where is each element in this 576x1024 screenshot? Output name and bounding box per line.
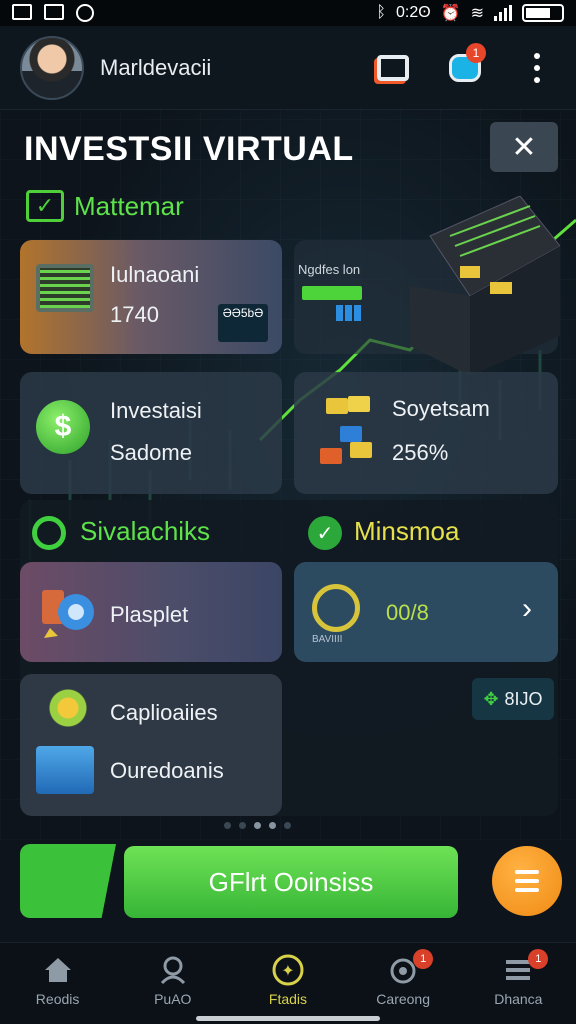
box-icon — [36, 746, 94, 794]
image-icon — [44, 4, 64, 20]
puzzle-icon: ✥ — [483, 688, 499, 709]
blocks-stack-icon — [320, 396, 376, 470]
signal-icon — [494, 5, 512, 21]
bottom-nav: Reodis PuAO ✦ Ftadis 1 Careong 1 Dhanca — [0, 942, 576, 1024]
card-gift-label: Plasplet — [110, 602, 189, 627]
list-icon — [515, 870, 539, 892]
cta-secondary-button[interactable] — [20, 844, 116, 918]
svg-text:✦: ✦ — [281, 961, 294, 980]
section-minsmoa-label: Minsmoa — [354, 516, 460, 546]
section-mattemar: ✓ Mattemar — [26, 190, 184, 222]
page-indicator — [224, 822, 291, 829]
ring-icon — [32, 516, 66, 551]
shield-icon — [76, 4, 94, 22]
card-stat-label: Ngdfes lon — [298, 262, 361, 277]
list-fab-button[interactable] — [492, 846, 562, 916]
dashboard-cube-icon — [410, 196, 560, 376]
card-target-value: 00/8 — [386, 600, 429, 625]
card-system-line1: Soyetsam — [392, 396, 490, 421]
nav-label: Dhanca — [494, 991, 543, 1007]
card-invest-line1: Investaisi — [110, 398, 202, 423]
nav-label: PuAO — [154, 991, 192, 1007]
check-icon: ✓ — [26, 190, 64, 222]
nav-item-ftadis[interactable]: ✦ Ftadis — [238, 954, 338, 1024]
battery-icon — [522, 4, 564, 22]
card-laptop-title: Iulnaoani — [110, 262, 200, 287]
progress-bar — [302, 286, 362, 300]
card-system-line2: 256% — [392, 440, 449, 465]
dollar-icon: $ — [36, 400, 90, 454]
reward-pill[interactable]: ✥ 8IJO — [472, 678, 554, 720]
support-button[interactable]: 1 — [446, 42, 486, 87]
gift-icon — [42, 590, 94, 638]
app-header: Marldevacii 1 — [0, 26, 576, 110]
nav-item-dhanca[interactable]: 1 Dhanca — [468, 949, 568, 1024]
card-settings-line1: Caplioaiies — [110, 700, 218, 725]
nav-item-puao[interactable]: PuAO — [123, 955, 223, 1024]
card-laptop-value: 1740 — [110, 302, 159, 327]
alarm-icon: ⏰ — [440, 5, 461, 22]
check-circle-icon: ✓ — [308, 516, 342, 551]
user-icon — [157, 955, 189, 985]
status-time: 0:2ʘ — [395, 4, 431, 21]
star-icon: ✦ — [272, 954, 304, 986]
blocks-icon — [336, 305, 362, 321]
nav-label: Reodis — [35, 991, 80, 1007]
username: Marldevacii — [100, 54, 212, 80]
section-sivalachiks-label: Sivalachiks — [80, 516, 211, 546]
nav-label: Careong — [376, 991, 430, 1007]
mini-badge: ƏƏ5bƏ — [218, 304, 268, 342]
nav-item-careong[interactable]: 1 Careong — [353, 949, 453, 1024]
gallery-icon — [12, 4, 32, 20]
monitor-icon — [377, 54, 409, 81]
home-icon — [42, 955, 74, 985]
nav-badge: 1 — [528, 949, 549, 969]
avatar[interactable] — [20, 35, 84, 100]
close-button[interactable]: ✕ — [490, 122, 558, 172]
section-sivalachiks: Sivalachiks — [32, 516, 211, 551]
bluetooth-icon: ᛒ — [376, 4, 386, 21]
nav-label: Ftadis — [268, 991, 308, 1007]
status-bar: ᛒ 0:2ʘ ⏰ ≋ — [0, 0, 576, 26]
page-title: INVESTSII VIRTUAL — [24, 130, 354, 168]
section-minsmoa: ✓ Minsmoa — [308, 516, 460, 551]
cta-button[interactable]: GFlrt Ooinsiss — [124, 846, 458, 918]
laptop-icon — [36, 264, 94, 312]
support-badge: 1 — [466, 42, 486, 63]
home-indicator[interactable] — [196, 1016, 380, 1021]
section-mattemar-label: Mattemar — [74, 190, 184, 221]
card-settings-line2: Ouredoanis — [110, 758, 224, 783]
reward-pill-value: 8IJO — [504, 688, 543, 709]
wifi-icon: ≋ — [470, 5, 484, 22]
more-menu-button[interactable] — [518, 49, 556, 87]
gear-icon — [40, 686, 96, 730]
nav-badge: 1 — [413, 949, 434, 969]
card-invest-line2: Sadome — [110, 440, 192, 465]
nav-item-reodis[interactable]: Reodis — [8, 955, 108, 1024]
target-caption: BAVIIII — [312, 634, 343, 645]
chevron-right-icon[interactable]: › — [522, 592, 532, 626]
monitor-button[interactable] — [374, 49, 412, 87]
target-icon — [312, 584, 360, 632]
